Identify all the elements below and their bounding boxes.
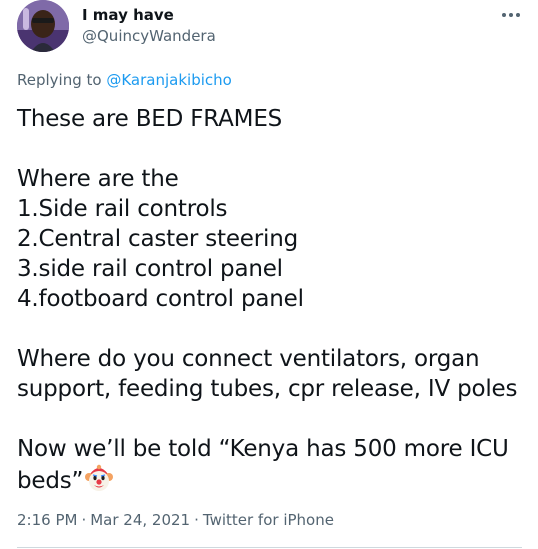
more-dot-icon <box>502 13 506 17</box>
tweet-text-line: 3.side rail control panel <box>17 256 283 282</box>
tweet: I may have @QuincyWandera Replying to @K… <box>0 0 538 549</box>
replying-to-handle-link[interactable]: @Karanjakibicho <box>106 71 231 89</box>
user-handle[interactable]: @QuincyWandera <box>82 27 216 45</box>
replying-to: Replying to @Karanjakibicho <box>17 71 232 89</box>
tweet-text-line: 1.Side rail controls <box>17 196 228 222</box>
tweet-text-line: Where are the <box>17 166 179 192</box>
source-link[interactable]: Twitter for iPhone <box>203 511 334 529</box>
tweet-text-line: 4.footboard control panel <box>17 286 304 312</box>
tweet-meta: 2:16 PM · Mar 24, 2021 · Twitter for iPhone <box>17 511 334 529</box>
clown-face-icon <box>84 464 114 494</box>
separator: · <box>194 511 199 529</box>
more-dot-icon <box>509 13 513 17</box>
timestamp-date-link[interactable]: Mar 24, 2021 <box>90 511 190 529</box>
tweet-text-fragment: beds” <box>17 468 84 494</box>
separator: · <box>81 511 87 529</box>
more-options-button[interactable] <box>498 6 524 24</box>
tweet-text-line-last: beds” <box>17 464 522 494</box>
tweet-text-line: 2.Central caster steering <box>17 226 298 252</box>
tweet-text-line: Where do you connect ventilators, organ <box>17 346 480 372</box>
tweet-text-line: Now we’ll be told “Kenya has 500 more IC… <box>17 436 509 462</box>
tweet-text: These are BED FRAMES Where are the 1.Sid… <box>17 104 522 494</box>
replying-prefix: Replying to <box>17 71 102 89</box>
timestamp-time-link[interactable]: 2:16 PM <box>17 511 77 529</box>
tweet-text-line: support, feeding tubes, cpr release, IV … <box>17 376 518 402</box>
tweet-text-line: These are BED FRAMES <box>17 106 283 132</box>
avatar[interactable] <box>17 0 69 52</box>
more-dot-icon <box>516 13 520 17</box>
display-name[interactable]: I may have <box>82 6 174 24</box>
divider <box>17 547 522 548</box>
